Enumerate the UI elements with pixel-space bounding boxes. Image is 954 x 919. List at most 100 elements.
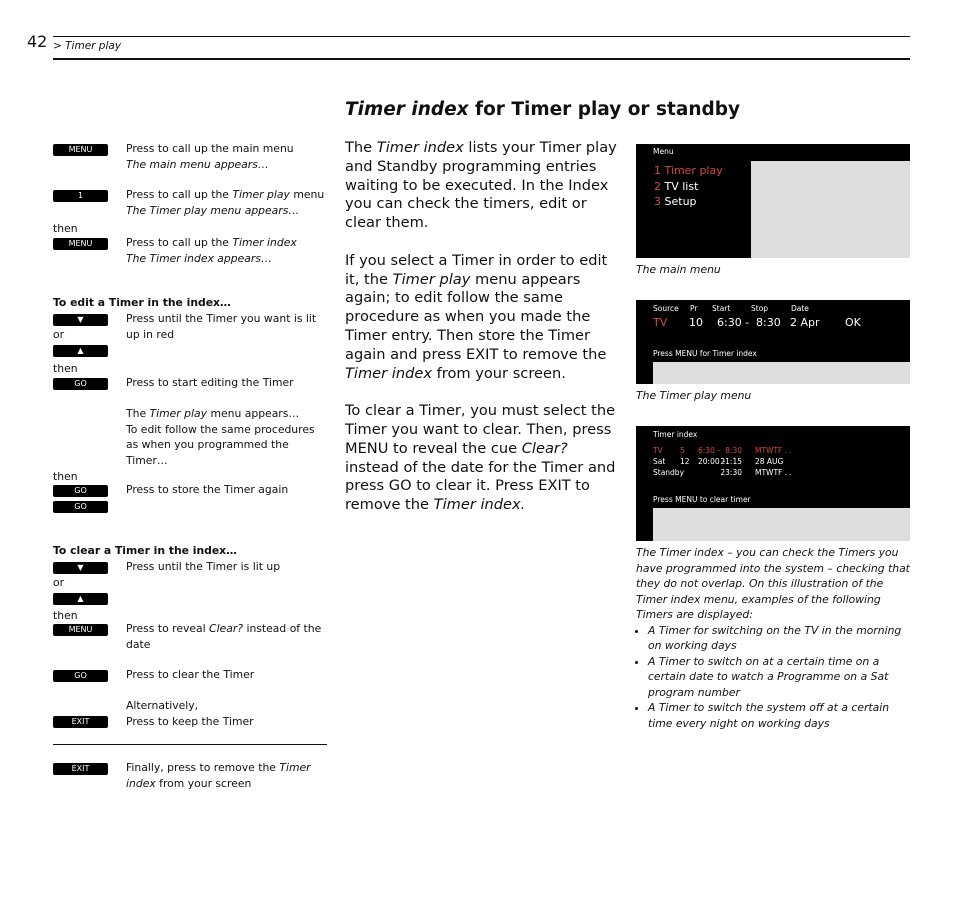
bullet-item: A Timer to switch the system off at a ce… [648,700,911,731]
remote-button-down[interactable]: ▼ [53,314,108,326]
step-line: The Timer play menu appears… [126,203,326,219]
step-line: Finally, press to remove the Timer [126,760,326,776]
step-line: Alternatively, [126,698,326,714]
section-label: > Timer play [53,40,122,52]
divider [53,36,910,37]
field-value[interactable]: 6:30 - [717,316,749,329]
timer-cell: 23:30 [720,468,742,477]
body-text: The Timer index lists your Timer play an… [345,139,625,534]
remote-button-go[interactable]: GO [53,501,108,513]
italic-text: Timer play [392,270,471,288]
step-text: Press until the Timer is lit up [126,559,326,575]
page-title: Timer index for Timer play or standby [345,99,740,120]
timer-cell[interactable]: 5 [680,446,685,455]
timer-cell: Sat [653,457,666,466]
step-line: index from your screen [126,776,326,792]
screen-title: Timer index [653,430,698,439]
screen-grey-area [653,362,910,384]
italic-text: Timer index [376,139,464,156]
text: To edit follow the same procedures [126,422,315,436]
text: Press to clear the Timer [126,668,255,681]
timer-cell[interactable]: 8:30 [725,446,742,455]
caption: The main menu [636,263,721,276]
step-line: Press until the Timer you want is lit [126,311,326,327]
or-label: or [53,328,65,341]
timer-cell: 28 AUG [755,457,784,466]
menu-item-label: Timer play [664,164,723,177]
divider [53,744,327,745]
main-menu-screen: Menu 1 Timer play 2 TV list 3 Setup [636,144,910,258]
field-value[interactable]: 2 Apr [790,316,820,329]
step-line: Press to start editing the Timer [126,375,326,391]
text: from your screen. [432,364,566,382]
remote-button-exit[interactable]: EXIT [53,716,108,728]
field-value[interactable]: TV [653,316,667,329]
step-line: The Timer play menu appears… [126,406,326,422]
text: Alternatively, [126,699,199,712]
remote-button-menu[interactable]: MENU [53,144,108,156]
page-number: 42 [27,32,48,51]
timer-cell[interactable]: MTWTF . . [755,446,792,455]
manual-page: 42 > Timer play Timer index for Timer pl… [0,0,954,919]
text: Press to store the Timer again [126,483,289,496]
timer-cell: MTWTF . . [755,468,792,477]
timer-play-screen: Source Pr Start Stop Date TV 10 6:30 - 8:30 2 Apr… [636,300,910,384]
text: Press to keep the Timer [126,714,254,728]
screen-footer: Press MENU to clear timer [653,495,751,504]
menu-item-label: Setup [664,195,697,208]
italic-text: The Timer play menu appears… [126,203,300,217]
text: menu [289,188,325,201]
step-text: Press to clear the Timer Alternatively, Pr… [126,667,326,729]
remote-button-1[interactable]: 1 [53,190,108,202]
then-label: then [53,470,78,483]
step-line [126,391,326,407]
caption: The Timer play menu [636,389,752,402]
italic-text: Timer index [345,364,432,382]
menu-item-number: 3 [654,195,665,208]
text: To clear a Timer, you must select the Ti… [345,402,616,457]
paragraph: The Timer index lists your Timer play an… [345,139,625,233]
caption-text: The Timer index – you can check the Time… [636,546,910,621]
timer-cell: Standby [653,468,685,477]
remote-button-go[interactable]: GO [53,670,108,682]
remote-button-exit[interactable]: EXIT [53,763,108,775]
screen-grey-area [751,161,910,258]
text: The [126,407,150,420]
step-line: Press until the Timer is lit up [126,559,326,575]
menu-item[interactable]: 2 TV list [654,179,723,195]
remote-button-go[interactable]: GO [53,378,108,390]
timer-cell[interactable]: TV [653,446,663,455]
remote-button-menu[interactable]: MENU [53,624,108,636]
remote-button-up[interactable]: ▲ [53,593,108,605]
timer-cell[interactable]: 6:30 – [698,446,721,455]
bullet-item: A Timer to switch on at a certain time o… [648,654,911,701]
menu-item[interactable]: 1 Timer play [654,163,723,179]
step-line [126,683,326,699]
remote-button-down[interactable]: ▼ [53,562,108,574]
text: Press until the Timer you want is lit [126,312,317,325]
text: from your screen [155,776,252,790]
step-line: date [126,637,326,653]
column-header: Stop [751,304,769,313]
remote-button-up[interactable]: ▲ [53,345,108,357]
timer-cell: 12 [680,457,690,466]
then-label: then [53,222,78,235]
menu-item[interactable]: 3 Setup [654,194,723,210]
then-label: then [53,362,78,375]
menu-item-label: TV list [664,179,699,193]
step-line: Press to store the Timer again [126,482,326,498]
caption: The Timer index – you can check the Time… [636,545,911,731]
field-value[interactable]: 10 [689,316,703,329]
step-line: Press to call up the Timer play menu [126,187,326,203]
step-line: Press to keep the Timer [126,714,326,730]
step-line: Press to reveal Clear? instead of the [126,621,326,637]
italic-text: The main menu appears… [126,157,269,171]
field-value[interactable]: OK [845,316,861,329]
bullet-item: A Timer for switching on the TV in the m… [648,623,911,654]
italic-text: Clear? [209,622,244,635]
remote-button-menu[interactable]: MENU [53,238,108,250]
field-value[interactable]: 8:30 [756,316,781,329]
remote-button-go[interactable]: GO [53,485,108,497]
paragraph: To clear a Timer, you must select the Ti… [345,402,625,515]
then-label: then [53,609,78,622]
